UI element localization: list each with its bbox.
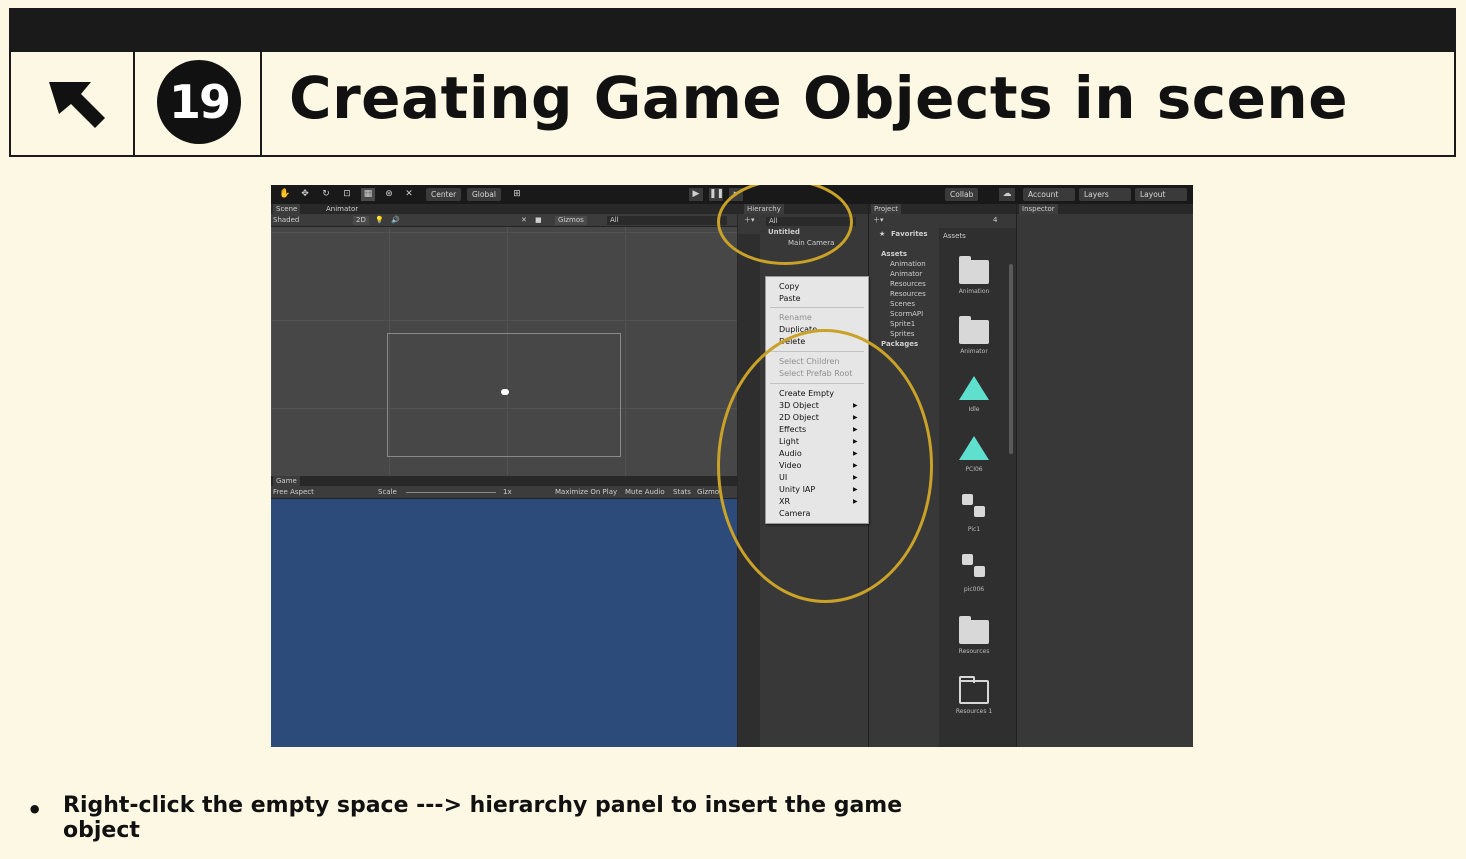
- menu-item-rename[interactable]: Rename: [779, 312, 812, 323]
- tree-item[interactable]: Animation: [890, 260, 926, 269]
- tab-game[interactable]: Game: [273, 476, 300, 486]
- folder-icon: [959, 616, 989, 644]
- pivot-global-button[interactable]: Global: [467, 188, 501, 201]
- cloud-icon[interactable]: ☁: [999, 188, 1015, 201]
- account-dropdown[interactable]: Account: [1023, 188, 1075, 201]
- menu-item-paste[interactable]: Paste: [779, 293, 801, 304]
- camera-gizmo-icon[interactable]: [501, 389, 509, 395]
- scene-grid[interactable]: [271, 227, 737, 476]
- unity-editor-screenshot: ✋ ✥ ↻ ⊡ ▦ ⊛ ✕ Center Global ⊞ ▶ ❚❚ ▸ Col…: [271, 185, 1193, 747]
- folder-icon: [959, 316, 989, 344]
- tree-item[interactable]: ScormAPI: [890, 310, 923, 319]
- scale-tool-icon[interactable]: ⊡: [341, 188, 353, 201]
- animation-clip-icon: [959, 436, 989, 460]
- tree-favorites[interactable]: Favorites: [891, 230, 928, 239]
- rect-tool-icon[interactable]: ▦: [361, 188, 375, 201]
- inspector-tab-row: Inspector: [1017, 204, 1193, 214]
- slide-top-bar: [9, 8, 1456, 52]
- project-create-icon[interactable]: ＋▾: [873, 216, 884, 225]
- stats-toggle[interactable]: Stats: [673, 488, 691, 497]
- game-tab-row: Game: [271, 476, 737, 486]
- custom-tool-icon[interactable]: ✕: [403, 188, 415, 201]
- tree-item[interactable]: Sprites: [890, 330, 914, 339]
- camera-bounds: [387, 333, 621, 457]
- gizmos-dropdown[interactable]: Gizmos: [555, 216, 587, 225]
- tree-item[interactable]: Assets: [881, 250, 907, 259]
- tree-item[interactable]: Resources: [890, 290, 926, 299]
- highlight-oval-menu: [717, 329, 933, 603]
- scene-search-input[interactable]: All: [607, 216, 727, 225]
- animation-clip-icon: [959, 376, 989, 400]
- star-icon: ★: [879, 230, 886, 238]
- grid-snap-icon[interactable]: ⊞: [511, 188, 523, 201]
- game-toolbar: Free Aspect Scale 1x Maximize On Play Mu…: [271, 486, 737, 499]
- tab-project[interactable]: Project: [871, 204, 901, 214]
- menu-separator: [770, 307, 864, 308]
- asset-item[interactable]: Pic1: [935, 492, 1013, 533]
- tree-item[interactable]: Scenes: [890, 300, 915, 309]
- asset-item[interactable]: pic006: [935, 552, 1013, 593]
- scale-value: 1x: [503, 488, 512, 496]
- tree-item[interactable]: Sprite1: [890, 320, 915, 329]
- project-tab-row: Project: [869, 204, 1016, 214]
- tree-item[interactable]: Packages: [881, 340, 918, 349]
- assets-header: Assets: [943, 232, 966, 240]
- arrow-up-left-icon: [11, 52, 135, 155]
- project-asset-grid[interactable]: Assets Animation Animator Idle PCI06 Pic…: [939, 228, 1017, 747]
- layout-dropdown[interactable]: Layout: [1135, 188, 1187, 201]
- shading-mode-dropdown[interactable]: Shaded: [273, 216, 299, 225]
- pause-icon[interactable]: ❚❚: [709, 188, 724, 201]
- instruction-text: Right-click the empty space ---> hierarc…: [63, 793, 903, 843]
- scene-toolbar: Shaded 2D 💡 🔊 ✕ ■ Gizmos All: [271, 214, 737, 227]
- mode-2d-toggle[interactable]: 2D: [353, 216, 369, 225]
- project-scrollbar[interactable]: [1009, 264, 1013, 454]
- hand-tool-icon[interactable]: ✋: [279, 188, 291, 201]
- tree-item[interactable]: Animator: [890, 270, 922, 279]
- tab-scene[interactable]: Scene: [273, 204, 301, 214]
- slide-title: Creating Game Objects in scene: [289, 64, 1349, 132]
- game-view[interactable]: Game Free Aspect Scale 1x Maximize On Pl…: [271, 476, 737, 747]
- tab-inspector[interactable]: Inspector: [1019, 204, 1058, 214]
- asset-item[interactable]: Idle: [935, 376, 1013, 413]
- maximize-on-play-toggle[interactable]: Maximize On Play: [555, 488, 617, 497]
- animator-controller-icon: [960, 552, 988, 580]
- asset-count-badge: 4: [993, 216, 998, 224]
- collab-button[interactable]: Collab: [945, 188, 979, 201]
- inspector-panel[interactable]: Inspector: [1016, 204, 1193, 747]
- camera-icon[interactable]: ■: [535, 216, 542, 225]
- transform-tool-icon[interactable]: ⊛: [383, 188, 395, 201]
- slide-number: 19: [157, 60, 241, 144]
- scale-label: Scale: [378, 488, 397, 496]
- empty-folder-icon: [959, 676, 989, 704]
- tools-icon[interactable]: ✕: [521, 216, 527, 225]
- pivot-center-button[interactable]: Center: [426, 188, 462, 201]
- bullet-marker: •: [27, 796, 43, 824]
- tab-animator[interactable]: Animator: [323, 204, 361, 214]
- asset-item[interactable]: Animation: [935, 256, 1013, 295]
- game-gizmos-dropdown[interactable]: Gizmo: [697, 488, 719, 497]
- scene-view[interactable]: Scene Animator Shaded 2D 💡 🔊 ✕ ■ Gizmos …: [271, 204, 737, 476]
- folder-icon: [959, 256, 989, 284]
- tree-item[interactable]: Resources: [890, 280, 926, 289]
- asset-item[interactable]: Animator: [935, 316, 1013, 355]
- slide-number-box: 19: [135, 52, 262, 155]
- asset-item[interactable]: Resources: [935, 616, 1013, 655]
- scale-slider[interactable]: [406, 492, 496, 493]
- play-icon[interactable]: ▶: [689, 188, 703, 201]
- lighting-icon[interactable]: 💡: [375, 216, 384, 225]
- menu-item-copy[interactable]: Copy: [779, 281, 799, 292]
- asset-item[interactable]: PCI06: [935, 436, 1013, 473]
- audio-icon[interactable]: 🔊: [391, 216, 400, 225]
- aspect-dropdown[interactable]: Free Aspect: [273, 488, 314, 497]
- mute-audio-toggle[interactable]: Mute Audio: [625, 488, 665, 497]
- animator-controller-icon: [960, 492, 988, 520]
- layers-dropdown[interactable]: Layers: [1079, 188, 1131, 201]
- move-tool-icon[interactable]: ✥: [299, 188, 311, 201]
- asset-item[interactable]: Resources 1: [935, 676, 1013, 715]
- rotate-tool-icon[interactable]: ↻: [320, 188, 332, 201]
- scene-tab-row: Scene Animator: [271, 204, 737, 214]
- slide-header: 19 Creating Game Objects in scene: [9, 52, 1456, 157]
